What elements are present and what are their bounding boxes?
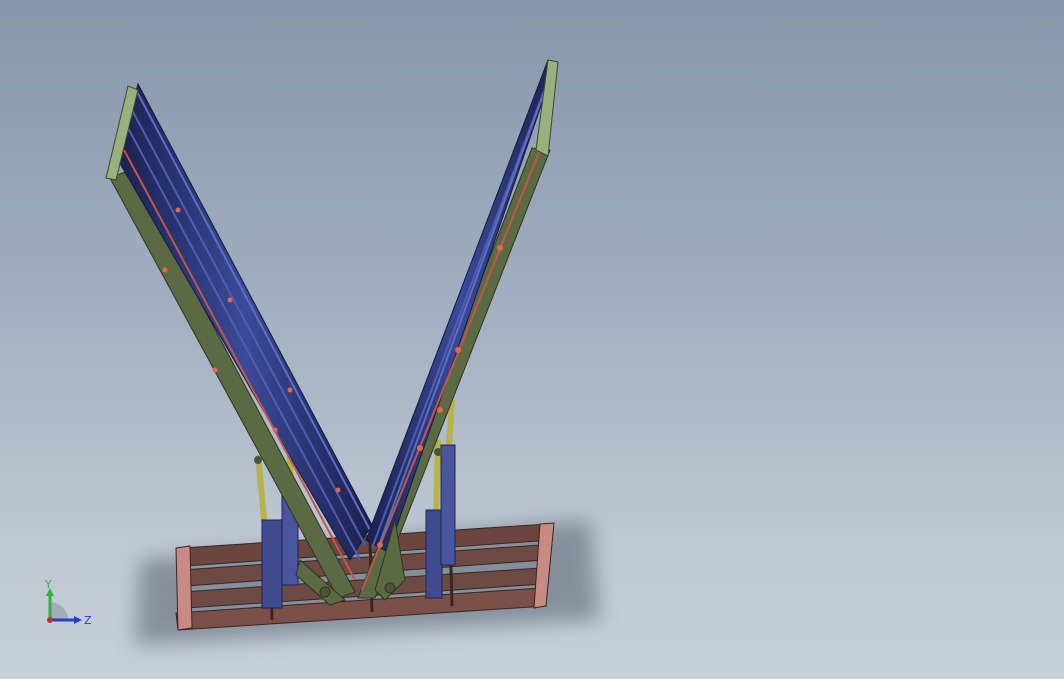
y-axis-label: Y [44, 578, 52, 591]
triad-plane [50, 602, 68, 620]
model-view [105, 59, 600, 645]
3d-viewport[interactable]: Y Z [0, 0, 1064, 679]
right-panel-wing [357, 59, 559, 599]
x-axis-point [47, 617, 53, 623]
z-axis-arrow [74, 616, 82, 624]
z-axis-label: Z [84, 614, 92, 627]
left-panel-wing [105, 82, 373, 599]
orientation-triad: Y Z [44, 578, 92, 627]
